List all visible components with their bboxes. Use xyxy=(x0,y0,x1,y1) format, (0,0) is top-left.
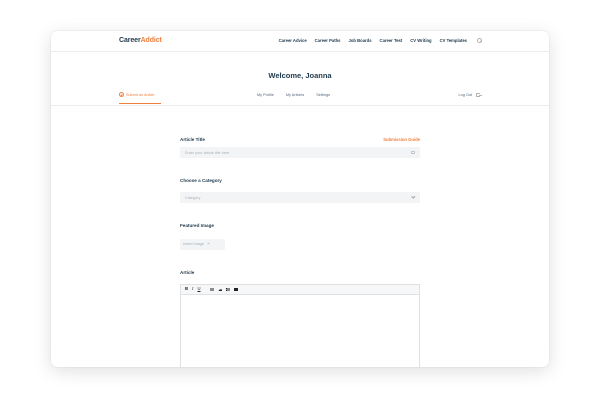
tab-my-profile[interactable]: My Profile xyxy=(257,93,274,97)
tab-settings[interactable]: Settings xyxy=(316,93,330,97)
media-icon[interactable] xyxy=(234,287,239,292)
underline-button[interactable]: U xyxy=(197,287,200,291)
italic-button[interactable]: I xyxy=(192,287,193,291)
nav-item-cv-templates[interactable]: CV Templates xyxy=(440,38,467,43)
nav-item-cv-writing[interactable]: CV Writing xyxy=(410,38,431,43)
image-block: Featured Image Insert Image × xyxy=(180,214,420,250)
ordered-list-icon[interactable] xyxy=(210,287,215,292)
article-title-placeholder: Enter your article title here xyxy=(185,150,230,155)
logout-link[interactable]: Log Out xyxy=(458,93,482,97)
pencil-icon xyxy=(119,92,124,97)
article-label: Article xyxy=(180,270,195,275)
insert-image-label: Insert Image xyxy=(183,242,205,246)
rich-text-editor: B I U xyxy=(180,284,420,367)
tab-my-articles[interactable]: My Articles xyxy=(286,93,304,97)
article-title-label: Article Title xyxy=(180,137,205,142)
nav-item-career-paths[interactable]: Career Paths xyxy=(315,38,341,43)
article-body-textarea[interactable] xyxy=(181,295,419,367)
top-nav: CareerAddict Career Advice Career Paths … xyxy=(51,31,549,52)
sub-nav: Submit an Article My Profile My Articles… xyxy=(51,90,549,106)
page-title: Welcome, Joanna xyxy=(268,71,332,80)
text-field-icon xyxy=(411,151,415,154)
category-select[interactable]: Category xyxy=(180,192,420,203)
article-block: Article B I U xyxy=(180,261,420,367)
nav-item-career-test[interactable]: Career Test xyxy=(380,38,403,43)
app-window: CareerAddict Career Advice Career Paths … xyxy=(51,31,549,367)
logout-label: Log Out xyxy=(458,93,472,97)
chevron-down-icon xyxy=(411,194,416,199)
title-row: Article Title Submission Guide xyxy=(180,137,420,142)
main-menu: Career Advice Career Paths Job Boards Ca… xyxy=(279,38,482,43)
category-label: Choose a Category xyxy=(180,178,222,183)
bold-button[interactable]: B xyxy=(185,287,188,291)
close-icon[interactable]: × xyxy=(207,241,210,247)
logout-icon xyxy=(476,93,482,97)
article-form: Article Title Submission Guide Enter you… xyxy=(180,137,420,367)
insert-image-button[interactable]: Insert Image × xyxy=(180,238,225,250)
tab-submit-article-label: Submit an Article xyxy=(126,92,155,97)
nav-item-career-advice[interactable]: Career Advice xyxy=(279,38,307,43)
featured-image-label: Featured Image xyxy=(180,223,214,228)
article-title-input[interactable]: Enter your article title here xyxy=(180,147,420,158)
insert-image-icon[interactable] xyxy=(218,288,223,292)
tab-submit-article[interactable]: Submit an Article xyxy=(119,92,161,104)
submission-guide-link[interactable]: Submission Guide xyxy=(383,137,420,142)
profile-tabs: My Profile My Articles Settings xyxy=(257,93,330,97)
search-icon[interactable] xyxy=(477,38,482,43)
category-placeholder: Category xyxy=(185,195,201,200)
bullet-list-icon[interactable] xyxy=(226,287,231,292)
editor-toolbar: B I U xyxy=(181,285,419,295)
nav-item-job-boards[interactable]: Job Boards xyxy=(349,38,372,43)
logo[interactable]: CareerAddict xyxy=(119,37,162,44)
category-block: Choose a Category Category xyxy=(180,169,420,203)
